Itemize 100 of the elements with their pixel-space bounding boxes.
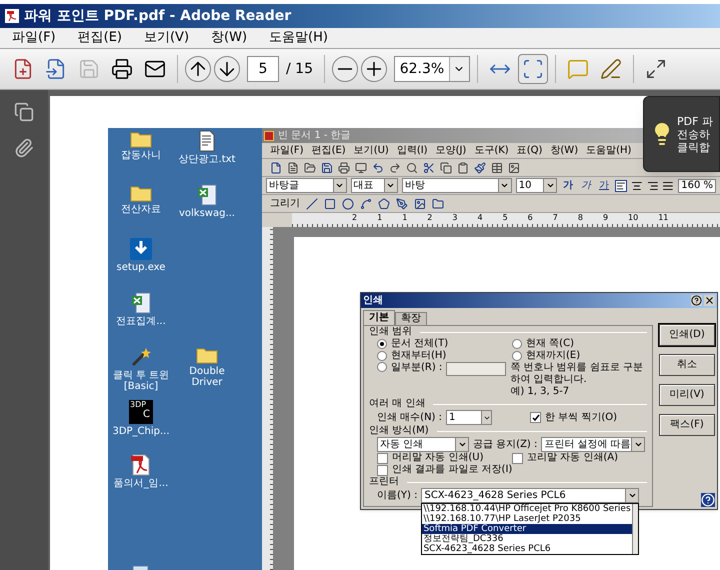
shape-select[interactable]: 대표: [350, 178, 398, 193]
line-spacing-field[interactable]: 160 %: [678, 178, 716, 192]
app-icon: [264, 130, 274, 140]
page-number-field[interactable]: 5: [247, 56, 279, 82]
draw-menu[interactable]: 그리기: [270, 198, 300, 210]
printer-select[interactable]: SCX-4623_4628 Series PCL6: [421, 488, 640, 503]
picture-icon[interactable]: [508, 162, 520, 174]
checkbox[interactable]: [530, 412, 542, 423]
menu-item[interactable]: 표(Q): [516, 144, 542, 156]
print-icon[interactable]: [338, 162, 350, 174]
text-style-button[interactable]: 가: [597, 180, 612, 192]
menu-item[interactable]: 도움말(H): [269, 28, 328, 48]
pages-icon[interactable]: [14, 102, 34, 122]
print-mode-select[interactable]: 자동 인쇄: [377, 437, 469, 452]
menu-item[interactable]: 보기(V): [144, 28, 190, 48]
new-document-icon[interactable]: [270, 162, 282, 174]
copies-spinner[interactable]: 1: [446, 410, 492, 425]
dialog-button[interactable]: 인쇄(D): [659, 324, 715, 346]
fit-page-icon[interactable]: [518, 54, 548, 84]
tab[interactable]: 확장: [395, 312, 427, 325]
desktop-icon-label[interactable]: 전산자료: [121, 204, 161, 215]
copy-icon[interactable]: [440, 162, 452, 174]
clipboard-icon[interactable]: [457, 162, 469, 174]
table-icon[interactable]: [491, 162, 503, 174]
menu-item[interactable]: 모양(J): [436, 144, 466, 156]
arc-tool-icon[interactable]: [360, 198, 372, 210]
page-range-field[interactable]: [446, 362, 506, 376]
help-icon[interactable]: [691, 295, 702, 306]
open-folder-icon[interactable]: [304, 162, 316, 174]
desktop-icon-label[interactable]: 전표집계...: [116, 316, 166, 327]
size-select[interactable]: 10: [516, 178, 558, 193]
menu-item[interactable]: 파일(F): [12, 28, 56, 48]
justify-icon[interactable]: [662, 180, 674, 192]
radio-button[interactable]: [512, 339, 522, 349]
rectangle-tool-icon[interactable]: [324, 198, 336, 210]
cut-icon[interactable]: [423, 162, 435, 174]
dialog-button[interactable]: 미리(V): [659, 384, 715, 406]
pen-tool-icon[interactable]: [396, 198, 408, 210]
desktop-icon-label[interactable]: 상단광고.txt: [178, 154, 236, 165]
checkbox[interactable]: [377, 452, 388, 464]
search-icon[interactable]: [406, 162, 418, 174]
paper-source-select[interactable]: 프린터 설정에 따름: [541, 437, 646, 452]
zoom-in-icon[interactable]: [360, 56, 387, 82]
undo-icon[interactable]: [372, 162, 384, 174]
menu-item[interactable]: 도움말(H): [586, 144, 632, 156]
radio-button[interactable]: [377, 351, 387, 361]
dropdown-option[interactable]: \\192.168.10.44\HP Officejet Pro K8600 Series: [422, 504, 632, 514]
menu-item[interactable]: 도구(K): [474, 144, 509, 156]
next-page-icon[interactable]: [214, 56, 240, 82]
desktop-icon-label[interactable]: volkswag...: [178, 208, 235, 219]
dialog-button[interactable]: 팩스(F): [659, 414, 715, 436]
style-select[interactable]: 바탕글: [266, 178, 347, 193]
menu-item[interactable]: 파일(F): [270, 144, 304, 156]
desktop-icon-label[interactable]: 3DP_Chip...: [112, 426, 170, 437]
checkbox[interactable]: [512, 452, 523, 464]
desktop-icon-label[interactable]: setup.exe: [116, 262, 166, 273]
menu-item[interactable]: 창(W): [550, 144, 578, 156]
ruler-number: 4: [477, 213, 483, 222]
paintbrush-icon[interactable]: [474, 162, 486, 174]
menu-item[interactable]: 창(W): [211, 28, 248, 48]
range-hint: 쪽 번호나 범위를 쉼표로 구분하여 입력합니다.: [510, 362, 644, 386]
menu-item[interactable]: 편집(E): [78, 28, 122, 48]
radio-button[interactable]: [512, 351, 522, 361]
zoom-out-icon[interactable]: [332, 56, 358, 82]
text-style-button[interactable]: 가: [561, 180, 576, 192]
ellipse-tool-icon[interactable]: [342, 198, 354, 210]
polygon-tool-icon[interactable]: [378, 198, 390, 210]
dropdown-option[interactable]: Softmia PDF Converter: [422, 524, 632, 534]
dropdown-option[interactable]: \\192.168.10.77\HP LaserJet P2035: [422, 514, 632, 524]
menu-item[interactable]: 편집(E): [312, 144, 346, 156]
previous-page-icon[interactable]: [185, 56, 211, 82]
close-icon[interactable]: [704, 295, 715, 306]
menu-item[interactable]: 입력(I): [396, 144, 428, 156]
align-center-icon[interactable]: [630, 180, 643, 192]
radio-button[interactable]: [377, 362, 387, 372]
picture-icon[interactable]: [414, 198, 426, 210]
desktop-icon-label[interactable]: 클릭 투 트윈 [Basic]: [108, 370, 174, 392]
checkbox[interactable]: [377, 464, 388, 476]
desktop-icon-label[interactable]: 잡동사니: [121, 150, 161, 161]
zoom-field[interactable]: 62.3%: [394, 56, 470, 82]
dialog-button[interactable]: 취소: [659, 354, 715, 376]
desktop-icon-label[interactable]: 품의서_임...: [114, 478, 168, 489]
font-select[interactable]: 바탕: [402, 178, 512, 193]
dropdown-option[interactable]: SCX-4623_4628 Series PCL6: [422, 544, 632, 554]
menu-item[interactable]: 보기(U): [354, 144, 389, 156]
attachment-icon[interactable]: [14, 138, 34, 158]
align-left-icon[interactable]: [615, 180, 627, 192]
text-style-button[interactable]: 가: [579, 180, 594, 192]
redo-icon[interactable]: [389, 162, 401, 174]
folder-icon[interactable]: [432, 198, 444, 210]
tab[interactable]: 기본: [363, 310, 395, 325]
monitor-icon[interactable]: [355, 162, 367, 174]
scrollbar[interactable]: [632, 504, 638, 554]
desktop-icon-label[interactable]: Double Driver: [174, 366, 240, 388]
document-icon[interactable]: [287, 162, 299, 174]
radio-button[interactable]: [377, 339, 387, 349]
line-tool-icon[interactable]: [306, 198, 318, 210]
save-icon[interactable]: [321, 162, 333, 174]
align-right-icon[interactable]: [646, 180, 658, 192]
dropdown-option[interactable]: 정보전략팀_DC336: [422, 534, 632, 544]
